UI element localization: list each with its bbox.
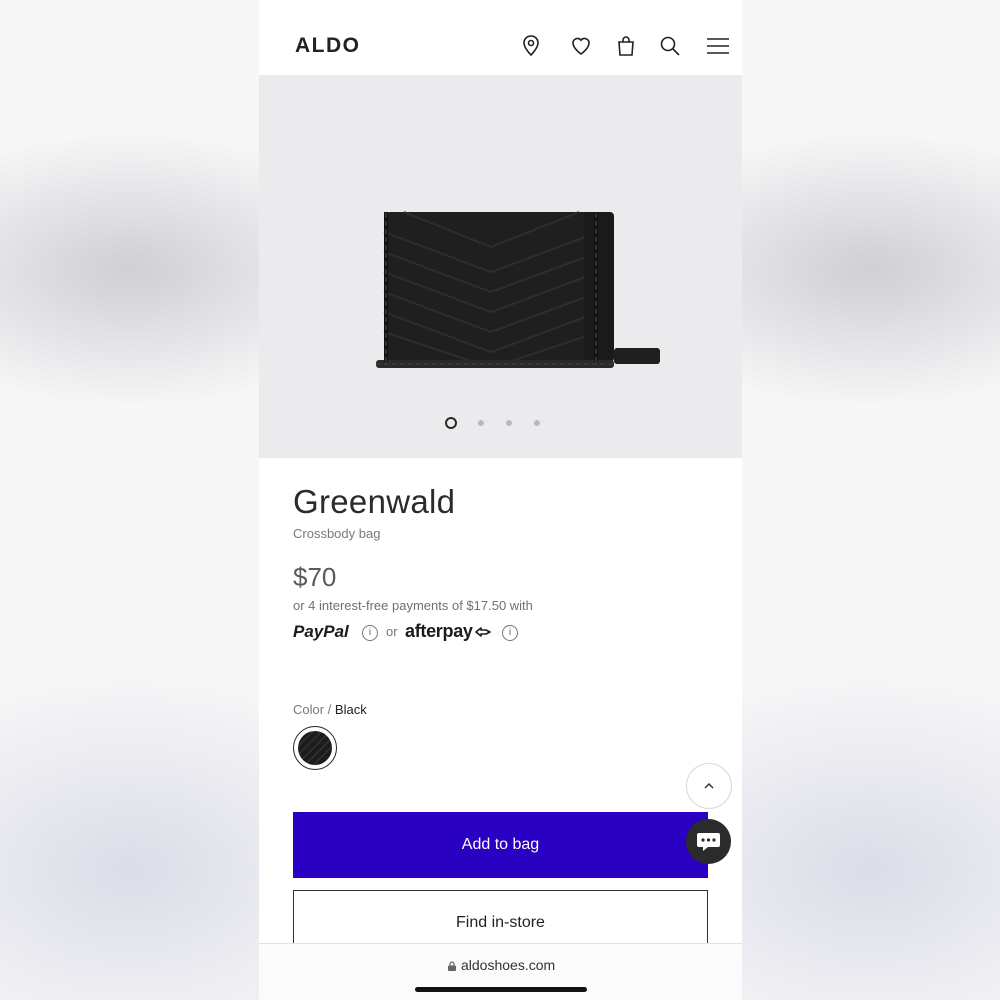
chevron-up-icon xyxy=(704,782,714,789)
or-text: or xyxy=(386,624,398,639)
product-image xyxy=(376,211,660,368)
lock-icon xyxy=(448,961,456,971)
site-header: ALDO xyxy=(259,0,742,75)
scroll-to-top-button[interactable] xyxy=(686,763,732,809)
color-swatch-black[interactable] xyxy=(293,726,337,770)
browser-url-bar[interactable]: aldoshoes.com xyxy=(259,943,742,1000)
hamburger-menu-icon[interactable] xyxy=(705,33,731,59)
chat-button[interactable] xyxy=(686,819,731,864)
product-price: $70 xyxy=(293,562,337,592)
color-label: Color / Black xyxy=(293,702,367,717)
afterpay-logo: afterpay xyxy=(405,621,492,642)
color-value: Black xyxy=(334,702,367,717)
search-icon[interactable] xyxy=(657,33,683,59)
product-name: Greenwald xyxy=(293,483,456,520)
paypal-logo: PayPal xyxy=(293,622,349,641)
installments-text: or 4 interest-free payments of $17.50 wi… xyxy=(293,598,533,613)
afterpay-info-icon[interactable]: i xyxy=(502,625,518,641)
carousel-dot-2[interactable] xyxy=(478,420,484,426)
chat-bubble-icon xyxy=(697,833,720,851)
location-pin-icon[interactable] xyxy=(518,33,544,59)
product-image-gallery[interactable] xyxy=(259,75,742,458)
carousel-dot-1[interactable] xyxy=(445,417,457,429)
phone-screen: ALDO Greenwald Crossbody bag $70 or 4 in… xyxy=(259,0,742,1000)
payment-options: PayPal i or afterpay i xyxy=(293,621,593,642)
add-to-bag-button[interactable]: Add to bag xyxy=(293,812,708,878)
url-text[interactable]: aldoshoes.com xyxy=(461,957,555,973)
home-indicator[interactable] xyxy=(415,987,587,992)
product-type: Crossbody bag xyxy=(293,526,381,541)
shopping-bag-icon[interactable] xyxy=(613,33,639,59)
carousel-dot-4[interactable] xyxy=(534,420,540,426)
swatch-fill xyxy=(298,731,332,765)
carousel-dot-3[interactable] xyxy=(506,420,512,426)
heart-icon[interactable] xyxy=(568,33,594,59)
aldo-logo[interactable]: ALDO xyxy=(295,34,361,58)
paypal-info-icon[interactable]: i xyxy=(362,625,378,641)
